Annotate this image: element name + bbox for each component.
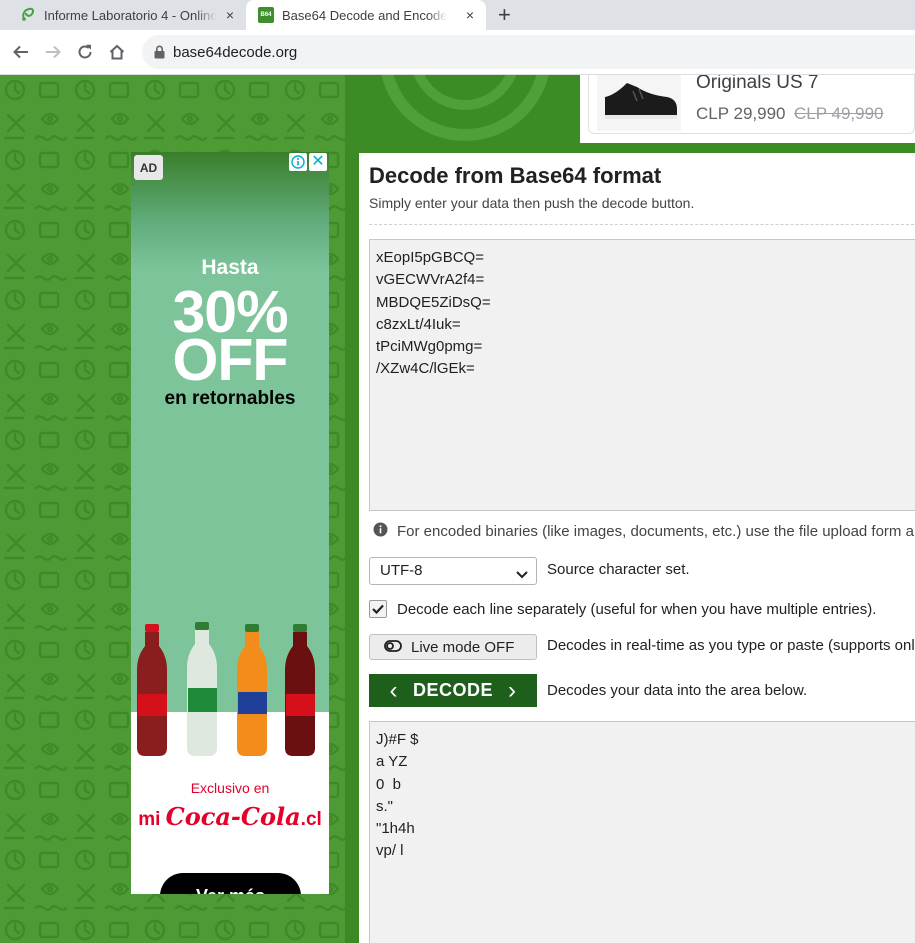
- brand-suffix: .cl: [300, 809, 322, 830]
- decode-each-line-label: Decode each line separately (useful for …: [397, 601, 877, 618]
- close-tab-icon[interactable]: ×: [466, 7, 474, 23]
- input-line: MBDQE5ZiDsQ=: [376, 293, 491, 311]
- input-textarea[interactable]: xEopI5pGBCQ= vGECWVrA2f4= MBDQE5ZiDsQ= c…: [369, 239, 915, 511]
- info-row: For encoded binaries (like images, docum…: [373, 522, 914, 541]
- output-line: "1h4h: [376, 820, 415, 838]
- live-mode-toggle[interactable]: Live mode OFF: [369, 634, 537, 660]
- tab-overleaf[interactable]: Informe Laboratorio 4 - Online LaTeX Edi…: [0, 0, 246, 30]
- close-tab-icon[interactable]: ×: [226, 7, 234, 23]
- sneaker-image: [597, 75, 681, 136]
- browser-toolbar: base64decode.org: [0, 30, 915, 75]
- top-banner-ad[interactable]: Originals US 7 CLP 29,990 CLP 49,990: [580, 75, 915, 143]
- input-line: tPciMWg0pmg=: [376, 338, 483, 356]
- ad-off: OFF: [172, 327, 289, 393]
- charset-label: Source character set.: [547, 561, 690, 578]
- product-price: CLP 29,990: [696, 104, 786, 123]
- side-ad[interactable]: AD ✕ Hasta 30% OFF en retornables Exclus…: [131, 152, 329, 894]
- info-text: For encoded binaries (like images, docum…: [397, 523, 914, 540]
- lock-icon: [154, 45, 165, 64]
- decode-description: Decodes your data into the area below.: [547, 682, 808, 699]
- charset-select[interactable]: UTF-8: [369, 557, 537, 585]
- page-viewport: Originals US 7 CLP 29,990 CLP 49,990 AD …: [0, 75, 915, 943]
- product-old-price: CLP 49,990: [794, 104, 884, 123]
- decode-button-label: DECODE: [412, 680, 493, 700]
- tab-strip: Informe Laboratorio 4 - Online LaTeX Edi…: [0, 0, 915, 30]
- overleaf-icon: [20, 6, 36, 25]
- page-subtitle: Simply enter your data then push the dec…: [369, 195, 695, 211]
- info-icon[interactable]: [289, 153, 307, 171]
- checkmark-icon: [372, 604, 384, 614]
- reload-icon[interactable]: [73, 40, 97, 64]
- product-title: Originals US 7: [696, 75, 819, 93]
- toggle-icon: [384, 639, 402, 656]
- charset-value: UTF-8: [380, 562, 423, 579]
- back-icon[interactable]: [9, 40, 33, 64]
- output-line: 0 b: [376, 775, 402, 793]
- brand-logo: mi Coca-Cola.cl: [131, 802, 329, 831]
- home-icon[interactable]: [105, 40, 129, 64]
- bottles-image: [131, 622, 329, 777]
- live-mode-label: Live mode OFF: [411, 638, 515, 656]
- chevron-right-icon: ›: [508, 676, 517, 704]
- info-icon: [373, 522, 388, 541]
- brand-name: Coca-Cola: [165, 802, 301, 831]
- tab-title: Informe Laboratorio 4 - Online LaTeX Edi…: [44, 7, 216, 23]
- b64-icon: B64: [258, 7, 274, 23]
- new-tab-button[interactable]: +: [498, 3, 511, 27]
- ad-cta-button[interactable]: Ver más: [160, 873, 301, 894]
- input-line: xEopI5pGBCQ=: [376, 249, 484, 266]
- url-text: base64decode.org: [173, 44, 298, 61]
- ad-exclusive-text: Exclusivo en: [190, 780, 270, 796]
- tab-base64[interactable]: B64 Base64 Decode and Encode - Online ×: [246, 0, 486, 30]
- content-border: [345, 75, 359, 943]
- decode-panel: Decode from Base64 format Simply enter y…: [359, 153, 915, 943]
- address-bar[interactable]: base64decode.org: [142, 35, 915, 69]
- forward-icon[interactable]: [41, 40, 65, 64]
- ad-headline-small: Hasta: [201, 256, 259, 279]
- output-textarea[interactable]: J)#F $ a YZ 0 b s." "1h4h vp/ l: [369, 721, 915, 943]
- close-ad-icon[interactable]: ✕: [309, 153, 327, 171]
- chevron-down-icon: [516, 566, 528, 583]
- input-line: c8zxLt/4Iuk=: [376, 315, 461, 333]
- divider: [369, 224, 915, 225]
- tab-title: Base64 Decode and Encode - Online: [282, 7, 447, 23]
- chevron-left-icon: ‹: [389, 676, 398, 704]
- page-title: Decode from Base64 format: [369, 163, 662, 188]
- brand-prefix: mi: [138, 809, 166, 830]
- output-line: a YZ: [376, 753, 408, 771]
- decode-button[interactable]: ‹ DECODE ›: [369, 674, 537, 707]
- live-mode-description: Decodes in real-time as you type or past…: [547, 637, 915, 654]
- decode-each-line-checkbox[interactable]: [369, 600, 387, 618]
- output-line: s.": [376, 797, 393, 815]
- output-line: vp/ l: [376, 842, 404, 860]
- ad-badge: AD: [134, 155, 163, 180]
- input-line: /XZw4C/lGEk=: [376, 360, 475, 378]
- input-line: vGECWVrA2f4=: [376, 271, 485, 289]
- output-line: J)#F $: [376, 731, 419, 748]
- ad-subhead: en retornables: [164, 388, 296, 409]
